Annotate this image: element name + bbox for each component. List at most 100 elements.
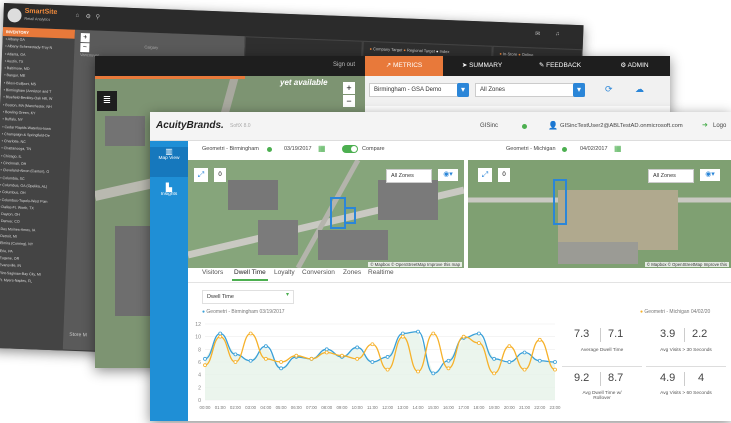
- data-point: [400, 334, 405, 339]
- map-banner: yet available: [280, 78, 328, 87]
- x-tick-label: 15:00: [428, 405, 440, 410]
- data-point: [324, 350, 329, 355]
- tab-admin[interactable]: ⚙ ADMIN: [599, 56, 670, 76]
- data-point: [218, 331, 223, 336]
- data-point: [340, 353, 344, 358]
- stat-value-b: 2.2: [692, 328, 708, 340]
- store-list: • Albany GA • Albany-Schenectady-Troy N • …: [0, 36, 75, 287]
- y-tick-label: 10: [195, 335, 201, 341]
- filter-bar: Birmingham - GSA Demo ▾ All Zones ▾ ⟳ ☁: [365, 76, 670, 106]
- gear-icon: ⚙: [620, 62, 627, 69]
- zoom-out-button[interactable]: −: [80, 42, 90, 53]
- x-tick-label: 09:00: [336, 405, 348, 410]
- x-tick-label: 03:00: [245, 405, 257, 410]
- data-point: [477, 341, 481, 345]
- signout-link[interactable]: Sign out: [333, 62, 355, 68]
- home-icon[interactable]: ⌂: [75, 13, 79, 19]
- cloud-download-icon[interactable]: ☁: [635, 84, 644, 95]
- data-point: [461, 334, 466, 339]
- data-point: [522, 350, 527, 355]
- data-point: [370, 360, 375, 364]
- stat-card-avg-dwell: 7.3 7.1 Average Dwell Time: [562, 322, 642, 367]
- x-tick-label: 17:00: [458, 405, 470, 410]
- data-point: [370, 342, 375, 347]
- chevron-down-icon[interactable]: ▾: [457, 83, 469, 97]
- data-point: [507, 344, 512, 349]
- x-tick-label: 23:00: [550, 405, 562, 410]
- data-point: [507, 360, 512, 364]
- data-point: [477, 331, 481, 336]
- stat-label: Avg Visits > 30 Seconds: [660, 348, 712, 353]
- data-point: [446, 358, 451, 363]
- brand-logo: [7, 8, 22, 23]
- data-point: [309, 356, 314, 361]
- data-point: [263, 356, 268, 361]
- stat-card-visits-30: 3.9 2.2 Avg Visits > 30 Seconds: [646, 322, 726, 367]
- data-point: [385, 355, 390, 359]
- map-label-city: Calgary: [144, 44, 159, 50]
- x-tick-label: 00:00: [200, 405, 212, 410]
- stat-label: Avg Visits > 60 Seconds: [660, 391, 712, 396]
- x-tick-label: 22:00: [534, 405, 546, 410]
- data-point: [294, 353, 299, 358]
- data-point: [431, 371, 436, 376]
- data-point: [233, 352, 238, 357]
- x-tick-label: 16:00: [443, 405, 455, 410]
- zones-select[interactable]: All Zones: [475, 83, 585, 97]
- x-tick-label: 13:00: [397, 405, 409, 410]
- zoom-out-button[interactable]: −: [343, 95, 355, 107]
- location-select[interactable]: Birmingham - GSA Demo: [369, 83, 469, 97]
- data-point: [355, 345, 360, 350]
- data-point: [537, 358, 542, 363]
- data-point: [248, 358, 253, 363]
- stat-value-a: 4.9: [660, 372, 676, 384]
- x-tick-label: 04:00: [260, 405, 272, 410]
- stat-value-a: 9.2: [574, 372, 590, 384]
- y-tick-label: 4: [198, 373, 201, 379]
- data-point: [492, 371, 497, 376]
- x-tick-label: 19:00: [489, 405, 501, 410]
- bell-icon[interactable]: ♫: [555, 31, 560, 37]
- orange-progress-bar: [95, 76, 245, 79]
- y-tick-label: 2: [198, 385, 201, 391]
- x-tick-label: 20:00: [504, 405, 516, 410]
- data-point: [355, 356, 360, 361]
- data-point: [553, 360, 557, 364]
- data-point: [203, 356, 207, 361]
- x-tick-label: 11:00: [367, 405, 378, 410]
- stat-value-b: 4: [698, 372, 705, 384]
- top-nav: Sign out ↗ METRICS ➤ SUMMARY ✎ FEEDBACK …: [95, 56, 670, 76]
- gear-icon[interactable]: ⚙: [85, 13, 91, 20]
- x-tick-label: 01:00: [215, 405, 227, 410]
- data-point: [431, 331, 436, 336]
- data-point: [279, 360, 283, 364]
- data-point: [263, 344, 268, 349]
- search-icon[interactable]: ⚲: [95, 14, 100, 21]
- data-point: [553, 367, 557, 372]
- stat-value-a: 7.3: [574, 328, 590, 340]
- zoom-in-button[interactable]: +: [343, 82, 355, 94]
- tab-summary[interactable]: ➤ SUMMARY: [443, 56, 521, 76]
- x-tick-label: 02:00: [230, 405, 242, 410]
- data-point: [446, 366, 451, 371]
- x-tick-label: 21:00: [519, 405, 531, 410]
- mail-icon[interactable]: ✉: [535, 30, 540, 37]
- refresh-icon[interactable]: ⟳: [605, 84, 613, 95]
- stat-value-b: 8.7: [608, 372, 624, 384]
- chevron-down-icon[interactable]: ▾: [573, 83, 585, 97]
- data-point: [416, 329, 420, 334]
- y-tick-label: 6: [198, 360, 201, 366]
- tab-feedback[interactable]: ✎ FEEDBACK: [521, 56, 599, 76]
- x-tick-label: 06:00: [291, 405, 303, 410]
- tab-metrics[interactable]: ↗ METRICS: [365, 56, 443, 76]
- stat-card-dwell-rollover: 9.2 8.7 Avg Dwell Time w/ Rollover: [562, 370, 642, 415]
- x-tick-label: 08:00: [321, 405, 333, 410]
- y-tick-label: 12: [195, 322, 201, 328]
- x-tick-label: 05:00: [276, 405, 288, 410]
- layers-button[interactable]: ≣: [97, 91, 117, 111]
- zoom-in-button[interactable]: +: [80, 32, 90, 43]
- data-point: [218, 334, 223, 339]
- x-tick-label: 14:00: [413, 405, 425, 410]
- data-point: [203, 363, 207, 368]
- stat-value-a: 3.9: [660, 328, 676, 340]
